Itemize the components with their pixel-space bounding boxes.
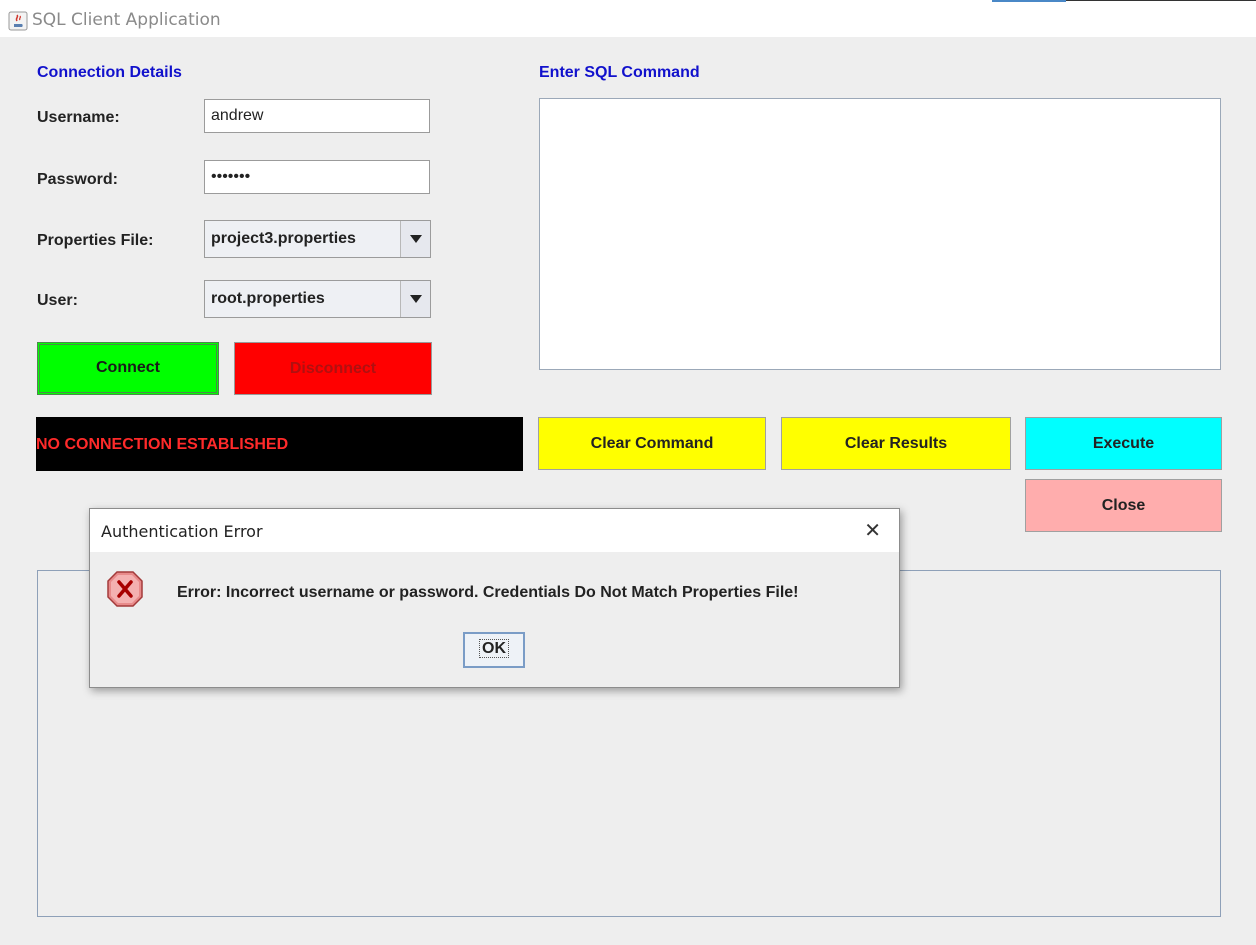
sql-command-heading: Enter SQL Command [539, 64, 700, 81]
user-dropdown[interactable]: root.properties [204, 280, 431, 318]
password-field[interactable]: ••••••• [204, 160, 430, 194]
ok-button[interactable]: OK [463, 632, 525, 668]
chevron-down-icon[interactable] [400, 221, 430, 257]
clear-results-button[interactable]: Clear Results [781, 417, 1011, 470]
close-button[interactable]: Close [1025, 479, 1222, 532]
title-bar[interactable]: SQL Client Application [0, 0, 1256, 37]
properties-file-value: project3.properties [211, 230, 356, 247]
authentication-error-dialog: Authentication Error ✕ Error: Incorrect … [89, 508, 900, 688]
chevron-down-icon[interactable] [400, 281, 430, 317]
dialog-title-bar[interactable]: Authentication Error ✕ [90, 509, 899, 552]
connection-status-bar: NO CONNECTION ESTABLISHED [36, 417, 523, 471]
connect-button[interactable]: Connect [37, 342, 219, 395]
properties-file-label: Properties File: [37, 232, 154, 249]
close-icon[interactable]: ✕ [864, 518, 881, 542]
disconnect-button[interactable]: Disconnect [234, 342, 432, 395]
user-label: User: [37, 292, 78, 309]
error-icon [107, 571, 143, 607]
password-label: Password: [37, 171, 118, 188]
execute-button[interactable]: Execute [1025, 417, 1222, 470]
sql-command-input[interactable] [539, 98, 1221, 370]
username-field[interactable]: andrew [204, 99, 430, 133]
error-message: Error: Incorrect username or password. C… [177, 584, 799, 601]
properties-file-dropdown[interactable]: project3.properties [204, 220, 431, 258]
connection-status-text: NO CONNECTION ESTABLISHED [36, 436, 289, 453]
dialog-title: Authentication Error [101, 522, 263, 541]
app-window: SQL Client Application Connection Detail… [0, 0, 1256, 945]
ok-button-label: OK [479, 639, 509, 658]
title-bar-accent [992, 0, 1066, 2]
username-label: Username: [37, 109, 120, 126]
clear-command-button[interactable]: Clear Command [538, 417, 766, 470]
connection-details-heading: Connection Details [37, 64, 182, 81]
user-value: root.properties [211, 290, 325, 307]
title-bar-divider [1066, 0, 1256, 1]
window-title: SQL Client Application [32, 10, 221, 30]
java-icon [8, 11, 28, 31]
